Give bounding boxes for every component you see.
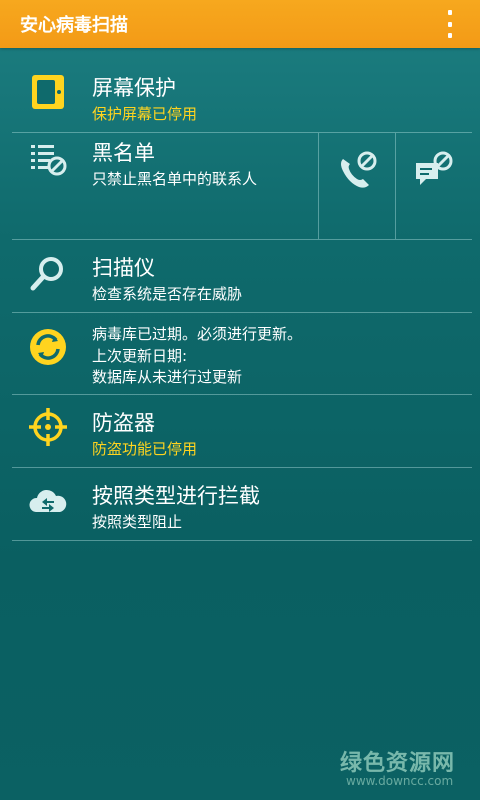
update-icon — [30, 329, 66, 365]
type-block-item[interactable]: 按照类型进行拦截 按照类型阻止 — [0, 468, 480, 540]
update-item[interactable]: 病毒库已过期。必须进行更新。 上次更新日期: 数据库从未进行过更新 — [0, 313, 480, 394]
antitheft-status: 防盗功能已停用 — [92, 440, 198, 458]
watermark-url: www.downcc.com — [346, 774, 454, 788]
vertical-divider — [318, 133, 319, 239]
antitheft-title: 防盗器 — [92, 411, 155, 435]
app-bar: 安心病毒扫描 — [0, 0, 480, 48]
update-status-line2: 上次更新日期: — [92, 347, 188, 365]
block-call-button[interactable] — [319, 133, 395, 239]
watermark-text: 绿色资源网 — [340, 751, 456, 776]
menu-dot — [448, 10, 452, 15]
scanner-subtitle: 检查系统是否存在威胁 — [92, 285, 243, 303]
update-status-line3: 数据库从未进行过更新 — [92, 368, 243, 386]
block-sms-icon — [416, 151, 453, 185]
blacklist-icon — [31, 145, 67, 176]
update-status-line1: 病毒库已过期。必须进行更新。 — [92, 325, 303, 343]
antitheft-item[interactable]: 防盗器 防盗功能已停用 — [0, 395, 480, 467]
cloud-filter-icon — [29, 489, 67, 512]
search-icon — [30, 257, 63, 291]
menu-dot — [448, 33, 452, 38]
overflow-menu-button[interactable] — [442, 10, 458, 38]
app-title: 安心病毒扫描 — [20, 15, 128, 36]
scanner-title: 扫描仪 — [92, 256, 155, 280]
screen-protect-title: 屏幕保护 — [92, 76, 176, 100]
scanner-item[interactable]: 扫描仪 检查系统是否存在威胁 — [0, 240, 480, 312]
blacklist-subtitle: 只禁止黑名单中的联系人 — [92, 170, 258, 188]
blacklist-item[interactable]: 黑名单 只禁止黑名单中的联系人 — [0, 133, 480, 239]
screen-protect-status: 保护屏幕已停用 — [92, 105, 198, 123]
type-block-title: 按照类型进行拦截 — [92, 484, 260, 508]
crosshair-icon — [29, 408, 67, 446]
block-sms-button[interactable] — [396, 133, 472, 239]
screen-protect-item[interactable]: 屏幕保护 保护屏幕已停用 — [0, 60, 480, 132]
blacklist-title: 黑名单 — [92, 141, 155, 165]
vertical-divider — [395, 133, 396, 239]
menu-dot — [448, 21, 452, 27]
divider — [12, 540, 472, 541]
type-block-subtitle: 按照类型阻止 — [92, 513, 183, 531]
block-call-icon — [341, 151, 377, 188]
screen-lock-icon — [32, 75, 64, 109]
